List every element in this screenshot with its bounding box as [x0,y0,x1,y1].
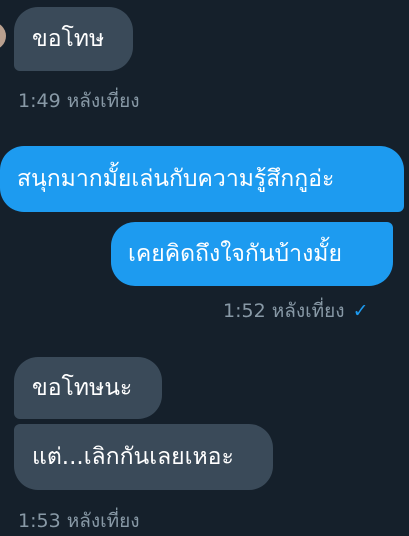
message-timestamp: 1:52 หลังเที่ยง ✓ [223,296,369,326]
timestamp-text: 1:49 หลังเที่ยง [18,90,140,112]
incoming-message[interactable]: ขอโทษนะ [14,357,162,419]
outgoing-message[interactable]: สนุกมากมั้ยเล่นกับความรู้สึกกูอ่ะ [0,146,404,212]
outgoing-message[interactable]: เคยคิดถึงใจกันบ้างมั้ย [111,222,393,286]
incoming-message[interactable]: แต่...เลิกกันเลยเหอะ [14,424,273,490]
message-text: แต่...เลิกกันเลยเหอะ [32,443,234,470]
message-text: ขอโทษ [32,25,105,52]
timestamp-text: 1:52 หลังเที่ยง [223,300,345,322]
message-timestamp: 1:49 หลังเที่ยง [18,86,140,116]
incoming-message[interactable]: ขอโทษ [14,7,133,71]
check-icon: ✓ [352,300,369,322]
message-text: ขอโทษนะ [32,374,133,401]
message-text: เคยคิดถึงใจกันบ้างมั้ย [128,240,342,267]
timestamp-text: 1:53 หลังเที่ยง [18,510,140,532]
message-timestamp: 1:53 หลังเที่ยง [18,506,140,536]
avatar[interactable] [0,22,6,50]
message-text: สนุกมากมั้ยเล่นกับความรู้สึกกูอ่ะ [17,165,335,192]
